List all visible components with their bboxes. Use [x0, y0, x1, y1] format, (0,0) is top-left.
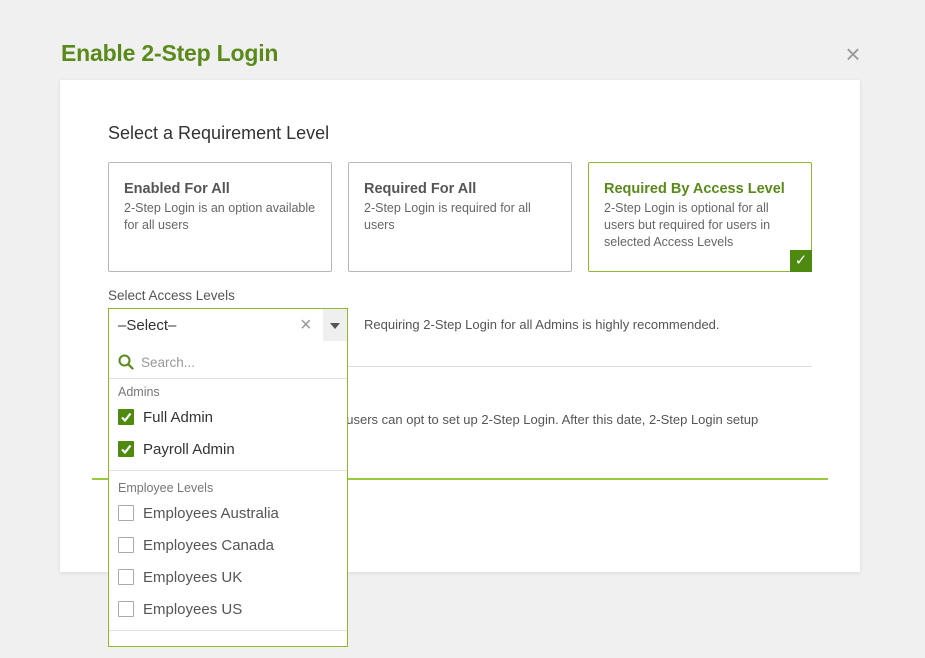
access-levels-select[interactable]: –Select– × — [108, 308, 348, 342]
checkbox[interactable] — [118, 601, 134, 617]
search-input[interactable]: Search... — [141, 355, 195, 370]
card-required-by-access-level[interactable]: Required By Access Level 2-Step Login is… — [588, 162, 812, 272]
start-date-description: rt Date, users can opt to set up 2-Step … — [300, 411, 820, 447]
option-label: Employees Australia — [143, 504, 279, 522]
recommendation-text: Requiring 2-Step Login for all Admins is… — [364, 317, 720, 332]
option-label: Employees UK — [143, 568, 243, 586]
option-payroll-admin[interactable]: Payroll Admin — [118, 438, 235, 460]
description-line: iired. — [300, 429, 820, 447]
selected-check-icon: ✓ — [790, 250, 812, 272]
access-levels-label: Select Access Levels — [108, 288, 235, 303]
card-title: Enabled For All — [124, 181, 230, 197]
checkbox[interactable] — [118, 569, 134, 585]
dropdown-search[interactable]: Search... — [109, 341, 347, 379]
close-icon[interactable]: × — [842, 41, 864, 67]
checkbox[interactable] — [118, 505, 134, 521]
option-employees-us[interactable]: Employees US — [118, 598, 242, 620]
option-label: Employees Canada — [143, 536, 274, 554]
option-employees-canada[interactable]: Employees Canada — [118, 534, 274, 556]
clear-icon[interactable]: × — [300, 314, 312, 337]
search-icon — [118, 354, 134, 370]
access-levels-dropdown: Search... Admins Full Admin Payroll Admi… — [108, 341, 348, 647]
option-label: Full Admin — [143, 408, 214, 426]
card-required-for-all[interactable]: Required For All 2-Step Login is require… — [348, 162, 572, 272]
select-value: –Select– — [118, 317, 177, 334]
divider — [348, 366, 812, 367]
card-title: Required For All — [364, 181, 477, 197]
checkbox[interactable] — [118, 537, 134, 553]
card-description: 2-Step Login is optional for all users b… — [604, 201, 771, 249]
group-label-employee-levels: Employee Levels — [118, 481, 214, 495]
card-title: Required By Access Level — [604, 181, 785, 197]
group-label-admins: Admins — [118, 385, 160, 399]
option-employees-uk[interactable]: Employees UK — [118, 566, 242, 588]
card-enabled-for-all[interactable]: Enabled For All 2-Step Login is an optio… — [108, 162, 332, 272]
option-employees-australia[interactable]: Employees Australia — [118, 502, 279, 524]
checkbox-checked[interactable] — [118, 441, 134, 457]
card-description: 2-Step Login is an option available for … — [124, 201, 316, 232]
chevron-down-icon[interactable] — [323, 309, 347, 341]
group-separator — [109, 470, 347, 471]
dialog-title: Enable 2-Step Login — [61, 40, 279, 66]
requirement-heading: Select a Requirement Level — [108, 123, 330, 143]
option-label: Employees US — [143, 600, 243, 618]
checkbox-checked[interactable] — [118, 409, 134, 425]
card-description: 2-Step Login is required for all users — [364, 201, 531, 232]
option-full-admin[interactable]: Full Admin — [118, 406, 213, 428]
option-label: Payroll Admin — [143, 440, 235, 458]
group-separator — [109, 630, 347, 631]
description-line: rt Date, users can opt to set up 2-Step … — [300, 412, 759, 427]
